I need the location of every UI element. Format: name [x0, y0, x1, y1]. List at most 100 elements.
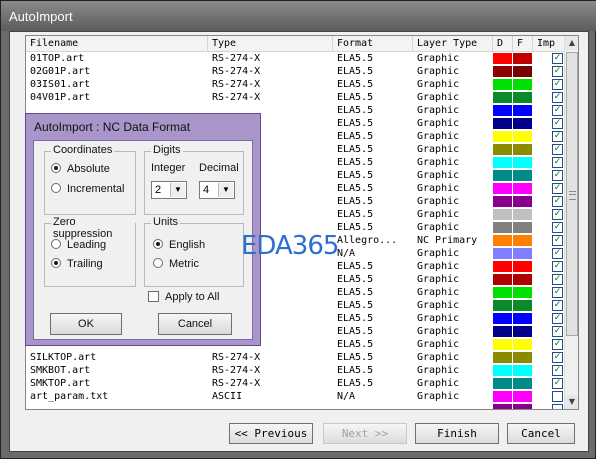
fill-color-swatch[interactable]: [513, 144, 532, 155]
draw-color-swatch[interactable]: [493, 391, 512, 402]
scroll-up-icon[interactable]: ▲: [565, 36, 578, 50]
fill-color-swatch[interactable]: [513, 131, 532, 142]
fill-color-swatch[interactable]: [513, 326, 532, 337]
fill-color-swatch[interactable]: [513, 157, 532, 168]
fill-color-swatch[interactable]: [513, 404, 532, 409]
previous-button[interactable]: << Previous: [229, 423, 313, 444]
dialog-cancel-button[interactable]: Cancel: [158, 313, 232, 335]
draw-color-swatch[interactable]: [493, 118, 512, 129]
import-checkbox[interactable]: [552, 391, 563, 402]
draw-color-swatch[interactable]: [493, 183, 512, 194]
import-checkbox[interactable]: ✓: [552, 183, 563, 194]
fill-color-swatch[interactable]: [513, 170, 532, 181]
incremental-radio[interactable]: Incremental: [51, 183, 124, 195]
absolute-radio[interactable]: Absolute: [51, 163, 110, 175]
table-row[interactable]: SMKBOT.art RS-274-X ELA5.5 Graphic ✓: [26, 364, 566, 377]
draw-color-swatch[interactable]: [493, 53, 512, 64]
import-checkbox[interactable]: ✓: [552, 118, 563, 129]
finish-button[interactable]: Finish: [415, 423, 499, 444]
import-checkbox[interactable]: ✓: [552, 222, 563, 233]
fill-color-swatch[interactable]: [513, 274, 532, 285]
import-checkbox[interactable]: ✓: [552, 274, 563, 285]
import-checkbox[interactable]: ✓: [552, 53, 563, 64]
fill-color-swatch[interactable]: [513, 118, 532, 129]
scroll-thumb[interactable]: [566, 52, 578, 336]
draw-color-swatch[interactable]: [493, 339, 512, 350]
import-checkbox[interactable]: ✓: [552, 79, 563, 90]
fill-color-swatch[interactable]: [513, 235, 532, 246]
import-checkbox[interactable]: ✓: [552, 378, 563, 389]
draw-color-swatch[interactable]: [493, 92, 512, 103]
fill-color-swatch[interactable]: [513, 79, 532, 90]
draw-color-swatch[interactable]: [493, 235, 512, 246]
header-f[interactable]: F: [513, 36, 533, 51]
draw-color-swatch[interactable]: [493, 313, 512, 324]
draw-color-swatch[interactable]: [493, 222, 512, 233]
fill-color-swatch[interactable]: [513, 287, 532, 298]
fill-color-swatch[interactable]: [513, 53, 532, 64]
draw-color-swatch[interactable]: [493, 300, 512, 311]
vertical-scrollbar[interactable]: ▲ ▼: [564, 36, 578, 409]
draw-color-swatch[interactable]: [493, 157, 512, 168]
ok-button[interactable]: OK: [50, 313, 122, 335]
draw-color-swatch[interactable]: [493, 274, 512, 285]
import-checkbox[interactable]: [552, 404, 563, 409]
scroll-down-icon[interactable]: ▼: [565, 395, 578, 409]
import-checkbox[interactable]: ✓: [552, 326, 563, 337]
table-row[interactable]: 04V01P.art RS-274-X ELA5.5 Graphic ✓: [26, 91, 566, 104]
table-row[interactable]: SILKTOP.art RS-274-X ELA5.5 Graphic ✓: [26, 351, 566, 364]
fill-color-swatch[interactable]: [513, 222, 532, 233]
header-format[interactable]: Format: [333, 36, 413, 51]
chevron-down-icon[interactable]: ▼: [218, 183, 233, 197]
import-checkbox[interactable]: ✓: [552, 300, 563, 311]
metric-radio[interactable]: Metric: [153, 258, 199, 270]
import-checkbox[interactable]: ✓: [552, 235, 563, 246]
import-checkbox[interactable]: ✓: [552, 157, 563, 168]
import-checkbox[interactable]: ✓: [552, 105, 563, 116]
chevron-down-icon[interactable]: ▼: [170, 183, 185, 197]
import-checkbox[interactable]: ✓: [552, 144, 563, 155]
fill-color-swatch[interactable]: [513, 352, 532, 363]
import-checkbox[interactable]: ✓: [552, 339, 563, 350]
import-checkbox[interactable]: ✓: [552, 365, 563, 376]
draw-color-swatch[interactable]: [493, 365, 512, 376]
fill-color-swatch[interactable]: [513, 339, 532, 350]
import-checkbox[interactable]: ✓: [552, 209, 563, 220]
fill-color-swatch[interactable]: [513, 391, 532, 402]
table-row[interactable]: 02G01P.art RS-274-X ELA5.5 Graphic ✓: [26, 65, 566, 78]
draw-color-swatch[interactable]: [493, 209, 512, 220]
fill-color-swatch[interactable]: [513, 248, 532, 259]
fill-color-swatch[interactable]: [513, 66, 532, 77]
fill-color-swatch[interactable]: [513, 183, 532, 194]
import-checkbox[interactable]: ✓: [552, 313, 563, 324]
header-imp[interactable]: Imp: [533, 36, 566, 51]
integer-select[interactable]: 2 ▼: [151, 181, 187, 199]
english-radio[interactable]: English: [153, 239, 205, 251]
fill-color-swatch[interactable]: [513, 365, 532, 376]
table-row[interactable]: SMKTOP.art RS-274-X ELA5.5 Graphic ✓: [26, 377, 566, 390]
import-checkbox[interactable]: ✓: [552, 92, 563, 103]
import-checkbox[interactable]: ✓: [552, 287, 563, 298]
fill-color-swatch[interactable]: [513, 92, 532, 103]
draw-color-swatch[interactable]: [493, 287, 512, 298]
fill-color-swatch[interactable]: [513, 261, 532, 272]
draw-color-swatch[interactable]: [493, 378, 512, 389]
draw-color-swatch[interactable]: [493, 352, 512, 363]
fill-color-swatch[interactable]: [513, 378, 532, 389]
import-checkbox[interactable]: ✓: [552, 66, 563, 77]
draw-color-swatch[interactable]: [493, 105, 512, 116]
import-checkbox[interactable]: ✓: [552, 170, 563, 181]
import-checkbox[interactable]: ✓: [552, 352, 563, 363]
fill-color-swatch[interactable]: [513, 196, 532, 207]
draw-color-swatch[interactable]: [493, 261, 512, 272]
header-filename[interactable]: Filename: [26, 36, 208, 51]
import-checkbox[interactable]: ✓: [552, 261, 563, 272]
draw-color-swatch[interactable]: [493, 144, 512, 155]
fill-color-swatch[interactable]: [513, 300, 532, 311]
header-d[interactable]: D: [493, 36, 513, 51]
leading-radio[interactable]: Leading: [51, 239, 106, 251]
draw-color-swatch[interactable]: [493, 131, 512, 142]
decimal-select[interactable]: 4 ▼: [199, 181, 235, 199]
table-row[interactable]: [26, 403, 566, 409]
table-row[interactable]: art_param.txt ASCII N/A Graphic: [26, 390, 566, 403]
